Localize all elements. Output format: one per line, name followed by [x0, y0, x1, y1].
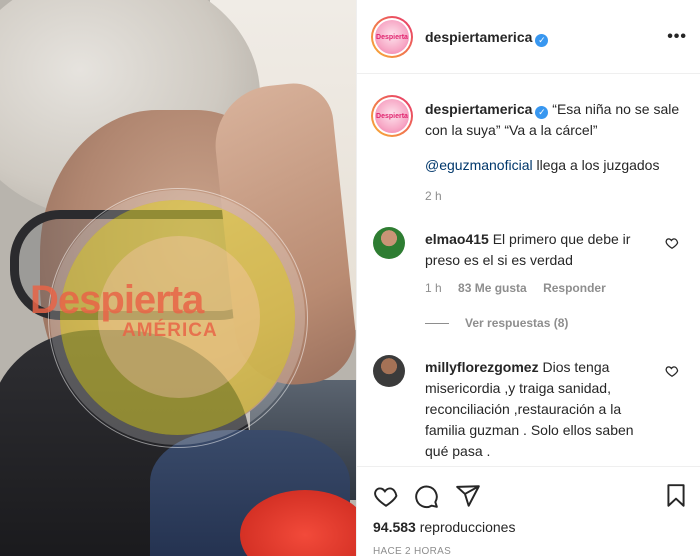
caption-mention-link[interactable]: @eguzmanoficial [425, 157, 533, 173]
heart-icon[interactable] [373, 483, 399, 509]
comment-meta: 1 h 83 Me gusta Responder [425, 281, 619, 295]
view-count[interactable]: 94.583 reproducciones [373, 519, 515, 535]
comment-like-heart-icon[interactable] [665, 364, 679, 378]
watermark-logo-line1: Despierta [30, 278, 204, 322]
account-avatar[interactable]: Despierta [371, 16, 413, 58]
bookmark-icon[interactable] [663, 483, 689, 509]
view-replies-label: Ver respuestas (8) [465, 316, 569, 330]
post-actions: 94.583 reproducciones HACE 2 HORAS [357, 466, 700, 556]
caption-username[interactable]: despiertamerica [425, 101, 532, 117]
header-username[interactable]: despiertamerica [425, 29, 532, 45]
post-header: Despierta despiertamerica ✓ ••• [357, 0, 700, 74]
caption-avatar-logo: Despierta [375, 99, 409, 133]
caption-mention-line: @eguzmanoficial llega a los juzgados [425, 155, 687, 176]
comment-avatar[interactable] [373, 355, 405, 387]
comment-likes[interactable]: 83 Me gusta [458, 281, 527, 295]
comments-section[interactable]: Despierta despiertamerica ✓ “Esa niña no … [357, 75, 700, 465]
view-replies-button[interactable]: Ver respuestas (8) [425, 316, 568, 330]
comment-item: millyflorezgomez Dios tenga misericordia… [425, 357, 655, 462]
post-side-panel: Despierta despiertamerica ✓ ••• Despierta… [356, 0, 700, 556]
view-count-number: 94.583 [373, 519, 416, 535]
caption-avatar[interactable]: Despierta [371, 95, 413, 137]
caption-timestamp[interactable]: 2 h [425, 189, 442, 203]
post-video[interactable]: Despierta AMÉRICA [0, 0, 356, 556]
replies-divider [425, 322, 449, 324]
caption-mention-suffix: llega a los juzgados [532, 157, 660, 173]
comment-time[interactable]: 1 h [425, 281, 442, 295]
comment-username[interactable]: elmao415 [425, 231, 489, 247]
comment-avatar[interactable] [373, 227, 405, 259]
account-avatar-logo: Despierta [375, 20, 409, 54]
view-count-label: reproducciones [415, 519, 516, 535]
comment-like-heart-icon[interactable] [665, 236, 679, 250]
verified-badge-icon: ✓ [535, 34, 549, 47]
header-account: despiertamerica ✓ [425, 29, 549, 47]
comment-reply-button[interactable]: Responder [543, 281, 606, 295]
comment-item: elmao415 El primero que debe ir preso es… [425, 229, 655, 271]
watermark-logo-line2: AMÉRICA [122, 320, 218, 341]
more-options-icon[interactable]: ••• [667, 28, 687, 46]
verified-badge-icon: ✓ [535, 106, 549, 119]
post-caption: despiertamerica ✓ “Esa niña no se sale co… [425, 99, 687, 176]
comment-bubble-icon[interactable] [413, 483, 439, 509]
post-timestamp[interactable]: HACE 2 HORAS [373, 546, 451, 556]
comment-username[interactable]: millyflorezgomez [425, 359, 539, 375]
paper-plane-icon[interactable] [455, 483, 481, 509]
